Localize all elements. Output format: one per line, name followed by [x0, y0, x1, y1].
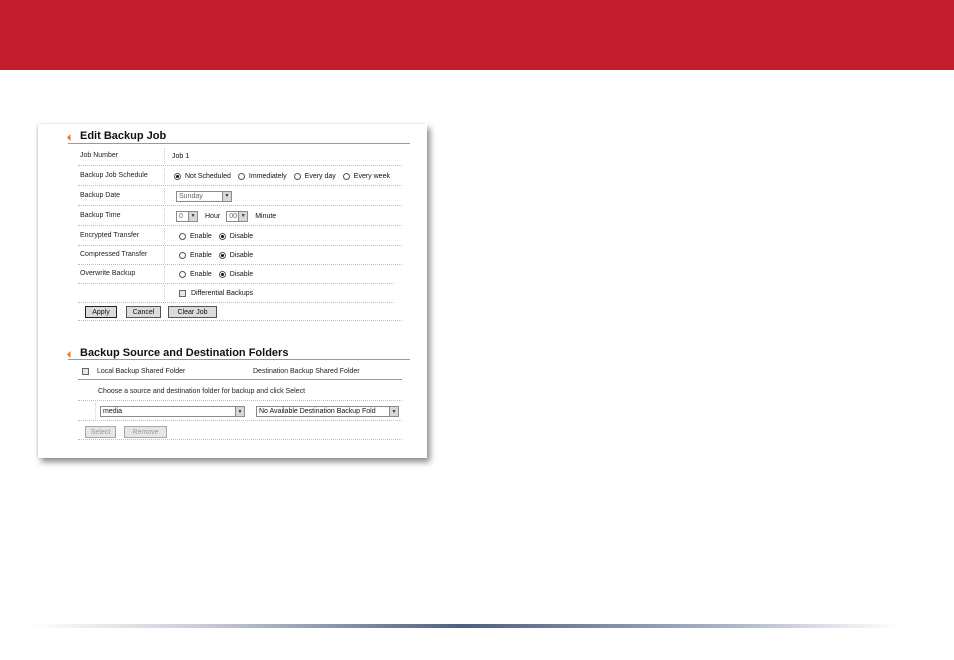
radio-encrypted-enable[interactable] [179, 232, 186, 240]
row-compressed-transfer: Compressed Transfer Enable Disable [78, 245, 402, 265]
backup-job-panel: Edit Backup Job Job Number Job 1 Backup … [38, 124, 427, 458]
radio-every-week[interactable] [342, 172, 350, 180]
orange-arrow-icon [66, 350, 75, 358]
column-separator [95, 403, 96, 419]
column-separator [164, 148, 165, 164]
backup-time-label: Backup Time [80, 212, 121, 219]
cancel-button[interactable]: Cancel [126, 306, 161, 318]
backup-date-label: Backup Date [80, 192, 121, 199]
radio-encrypted-disable[interactable] [218, 232, 226, 240]
chevron-down-icon: ▼ [235, 407, 244, 416]
hour-label: Hour [205, 212, 221, 220]
folders-section-title: Backup Source and Destination Folders [66, 346, 288, 360]
apply-button[interactable]: Apply [85, 306, 117, 318]
differential-backups-checkbox[interactable] [179, 289, 186, 297]
radio-overwrite-disable[interactable] [218, 270, 226, 278]
title-rule [68, 359, 410, 360]
remove-button[interactable]: Remove [124, 426, 167, 438]
encrypted-transfer-label: Encrypted Transfer [80, 232, 140, 239]
column-separator [164, 266, 165, 282]
row-overwrite-backup: Overwrite Backup Enable Disable [78, 264, 394, 284]
chevron-down-icon: ▼ [389, 407, 398, 416]
title-rule [68, 143, 410, 144]
radio-every-day[interactable] [293, 172, 301, 180]
column-separator [164, 188, 165, 204]
schedule-label: Backup Job Schedule [80, 172, 148, 179]
overwrite-backup-label: Overwrite Backup [80, 270, 136, 277]
select-button[interactable]: Select [85, 426, 116, 438]
chevron-down-icon: ▼ [222, 191, 231, 201]
top-banner [0, 0, 954, 70]
radio-compressed-enable[interactable] [179, 251, 186, 259]
orange-arrow-icon [66, 133, 75, 141]
compressed-transfer-label: Compressed Transfer [80, 251, 148, 258]
radio-overwrite-enable[interactable] [179, 270, 186, 278]
radio-compressed-disable[interactable] [218, 251, 226, 259]
folders-instruction: Choose a source and destination folder f… [98, 388, 306, 395]
minute-select[interactable]: 00 ▼ [226, 210, 249, 222]
row-backup-date: Backup Date Sunday ▼ [78, 186, 402, 206]
radio-immediately[interactable] [237, 172, 245, 180]
column-separator [164, 208, 165, 224]
schedule-options: Not Scheduled Immediately Every day Ever… [174, 170, 394, 182]
radio-not-scheduled[interactable] [174, 172, 181, 180]
job-number-label: Job Number [80, 152, 119, 159]
source-folder-select[interactable]: media ▼ [100, 406, 245, 417]
row-job-number: Job Number Job 1 [78, 146, 402, 166]
local-folder-column-header: Local Backup Shared Folder [97, 368, 186, 375]
folders-header-row: Local Backup Shared Folder Destination B… [78, 362, 402, 380]
row-schedule: Backup Job Schedule Not Scheduled Immedi… [78, 166, 402, 186]
job-number-value: Job 1 [172, 152, 190, 160]
bottom-gradient-rule [30, 624, 896, 628]
destination-folder-column-header: Destination Backup Shared Folder [253, 368, 360, 375]
destination-folder-select[interactable]: No Available Destination Backup Fold ▼ [256, 406, 399, 417]
row-backup-time: Backup Time 0 ▼ Hour 00 ▼ Minute [78, 206, 402, 226]
differential-backups-label: Differential Backups [191, 289, 254, 297]
column-separator [164, 168, 165, 184]
column-separator [164, 228, 165, 244]
clear-job-button[interactable]: Clear Job [168, 306, 217, 318]
row-differential-backups: Differential Backups [78, 283, 394, 303]
backup-date-select[interactable]: Sunday ▼ [176, 190, 232, 202]
column-separator [164, 247, 165, 263]
edit-backup-job-title: Edit Backup Job [66, 129, 166, 143]
chevron-down-icon: ▼ [188, 211, 197, 221]
column-separator [164, 285, 165, 301]
row-encrypted-transfer: Encrypted Transfer Enable Disable [78, 226, 402, 246]
select-all-checkbox[interactable] [82, 368, 89, 375]
hour-select[interactable]: 0 ▼ [176, 210, 198, 222]
chevron-down-icon: ▼ [238, 211, 248, 221]
minute-label: Minute [255, 212, 277, 220]
folders-instruction-row: Choose a source and destination folder f… [78, 381, 402, 401]
folders-select-row: media ▼ No Available Destination Backup … [78, 401, 402, 421]
